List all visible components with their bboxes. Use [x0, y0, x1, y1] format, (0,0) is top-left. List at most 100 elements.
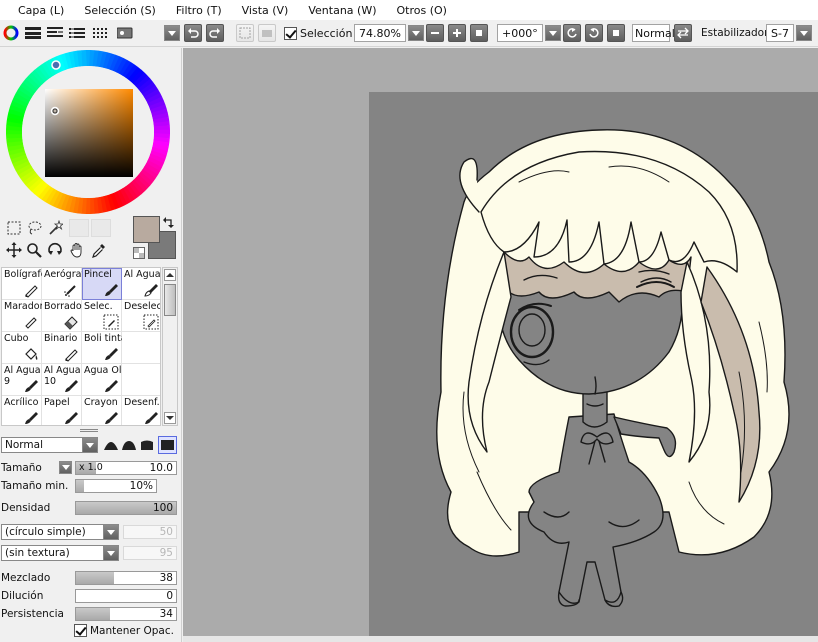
zoom-control[interactable]: 74.80%: [354, 23, 424, 43]
tip-medium-icon[interactable]: [121, 437, 137, 453]
brush-label: Agua Ol: [84, 365, 122, 376]
brush-bolígrafo[interactable]: Bolígrafo: [2, 268, 42, 300]
primary-color-swatch-front[interactable]: [133, 216, 160, 243]
dilution-value: 0: [166, 590, 173, 602]
rotate-left-button[interactable]: [563, 23, 581, 43]
brush-acrílico[interactable]: Acrílico: [2, 396, 42, 425]
bucket-icon: [23, 346, 39, 362]
mixer-panel-icon[interactable]: [68, 23, 86, 43]
brush-pincel[interactable]: Pincel: [82, 268, 122, 300]
brush-papel[interactable]: Papel: [42, 396, 82, 425]
deselect-button[interactable]: [236, 23, 254, 43]
canvas-horizontal-scrollbar[interactable]: [183, 636, 818, 642]
stabilizer-dropdown[interactable]: [796, 25, 812, 41]
flip-view-button[interactable]: [674, 23, 692, 43]
size-slider[interactable]: x 1.0 10.0: [75, 461, 177, 475]
brush-borrador[interactable]: Borrador: [42, 300, 82, 332]
tip-soft-icon[interactable]: [139, 437, 155, 453]
keep-opacity-toggle[interactable]: Mantener Opac.: [74, 624, 174, 637]
move-icon[interactable]: [5, 241, 23, 259]
zoom-icon[interactable]: [25, 241, 43, 259]
brush-deselec[interactable]: Deselec.: [122, 300, 160, 332]
tip-hard-icon[interactable]: [103, 437, 119, 453]
blend-mode-value[interactable]: Normal: [632, 24, 675, 42]
zoom-out-button[interactable]: [426, 23, 444, 43]
rotate-right-button[interactable]: [585, 23, 603, 43]
lasso-icon[interactable]: [25, 219, 43, 237]
persistence-slider[interactable]: 34: [75, 607, 177, 621]
brush-aerógrafo[interactable]: Aerógrafo: [42, 268, 82, 300]
stabilizer-value[interactable]: S-7: [766, 24, 794, 42]
tip-square-icon[interactable]: [158, 436, 177, 454]
scroll-down-button[interactable]: [164, 412, 176, 424]
rotation-field[interactable]: +000°: [497, 24, 543, 42]
zoom-dropdown[interactable]: [408, 25, 424, 41]
brush-texture-dropdown[interactable]: [103, 545, 119, 561]
selection-toggle[interactable]: Selección: [284, 23, 352, 43]
hand-icon[interactable]: [68, 241, 86, 259]
color-wheel-panel-icon[interactable]: [2, 23, 20, 43]
rotation-dropdown[interactable]: [545, 25, 561, 41]
brush-cubo[interactable]: Cubo: [2, 332, 42, 364]
rotation-control[interactable]: +000°: [497, 23, 561, 43]
panel-menu-dropdown[interactable]: [164, 23, 180, 43]
zoom-reset-button[interactable]: [470, 23, 488, 43]
min-size-slider[interactable]: 10%: [75, 479, 157, 493]
menu-layer[interactable]: Capa (L): [8, 4, 74, 17]
hsv-sliders-panel-icon[interactable]: [46, 23, 64, 43]
brush-shape-combo[interactable]: (círculo simple): [1, 524, 104, 540]
brush-grid-scrollbar[interactable]: [162, 267, 178, 426]
rotate-icon[interactable]: [46, 241, 64, 259]
keep-opacity-checkbox[interactable]: [74, 624, 87, 637]
panel-resize-handle[interactable]: [80, 429, 98, 432]
size-multiplier-dropdown[interactable]: [59, 461, 72, 474]
menu-view[interactable]: Vista (V): [232, 4, 299, 17]
menu-filter[interactable]: Filtro (T): [166, 4, 232, 17]
rgb-sliders-panel-icon[interactable]: [24, 23, 42, 43]
menu-others[interactable]: Otros (O): [387, 4, 457, 17]
density-slider[interactable]: 100: [75, 501, 177, 515]
brush-shape-dropdown[interactable]: [103, 524, 119, 540]
selection-checkbox[interactable]: [284, 26, 297, 40]
invert-selection-button[interactable]: [258, 23, 276, 43]
zoom-in-button[interactable]: [448, 23, 466, 43]
brush-boli-tinta[interactable]: Boli tinta: [82, 332, 122, 364]
mix-slider[interactable]: 38: [75, 571, 177, 585]
blend-mode-field[interactable]: Normal: [632, 23, 675, 43]
magic-wand-icon[interactable]: [46, 219, 64, 237]
eyedropper-icon[interactable]: [90, 241, 108, 259]
brush-binario[interactable]: Binario: [42, 332, 82, 364]
brush-texture-combo[interactable]: (sin textura): [1, 545, 104, 561]
brush-al-agua[interactable]: Al Agua: [122, 268, 160, 300]
brush-agua-ol[interactable]: Agua Ol: [82, 364, 122, 396]
swatches-panel-icon[interactable]: [92, 23, 110, 43]
hue-cursor[interactable]: [51, 60, 61, 70]
brush-crayon[interactable]: Crayon: [82, 396, 122, 425]
menu-window[interactable]: Ventana (W): [298, 4, 386, 17]
brush-blend-dropdown[interactable]: [82, 437, 98, 453]
brush-al-agua-9[interactable]: Al Agua 9: [2, 364, 42, 396]
dilution-slider[interactable]: 0: [75, 589, 177, 603]
persistence-value: 34: [159, 608, 173, 620]
brush-selec[interactable]: Selec.: [82, 300, 122, 332]
rect-select-icon[interactable]: [5, 219, 23, 237]
brush-desenf[interactable]: Desenf.: [122, 396, 160, 425]
canvas[interactable]: [369, 92, 818, 638]
scratchpad-panel-icon[interactable]: [116, 23, 134, 43]
rotation-reset-button[interactable]: [607, 23, 625, 43]
brush-al-agua-10[interactable]: Al Agua 10: [42, 364, 82, 396]
menu-selection[interactable]: Selección (S): [74, 4, 166, 17]
brush-blend-combo[interactable]: Normal: [1, 437, 83, 453]
undo-button[interactable]: [184, 23, 202, 43]
scroll-thumb[interactable]: [164, 284, 176, 316]
brush-label: Cubo: [4, 333, 29, 344]
color-wheel[interactable]: [6, 50, 170, 214]
stabilizer-control[interactable]: S-7: [766, 23, 812, 43]
brush-marador[interactable]: Marador: [2, 300, 42, 332]
transparent-color-icon[interactable]: [132, 246, 146, 260]
zoom-field[interactable]: 74.80%: [354, 24, 406, 42]
canvas-workspace[interactable]: [183, 48, 818, 642]
swap-colors-icon[interactable]: [162, 215, 176, 229]
redo-button[interactable]: [206, 23, 224, 43]
scroll-up-button[interactable]: [164, 269, 176, 281]
